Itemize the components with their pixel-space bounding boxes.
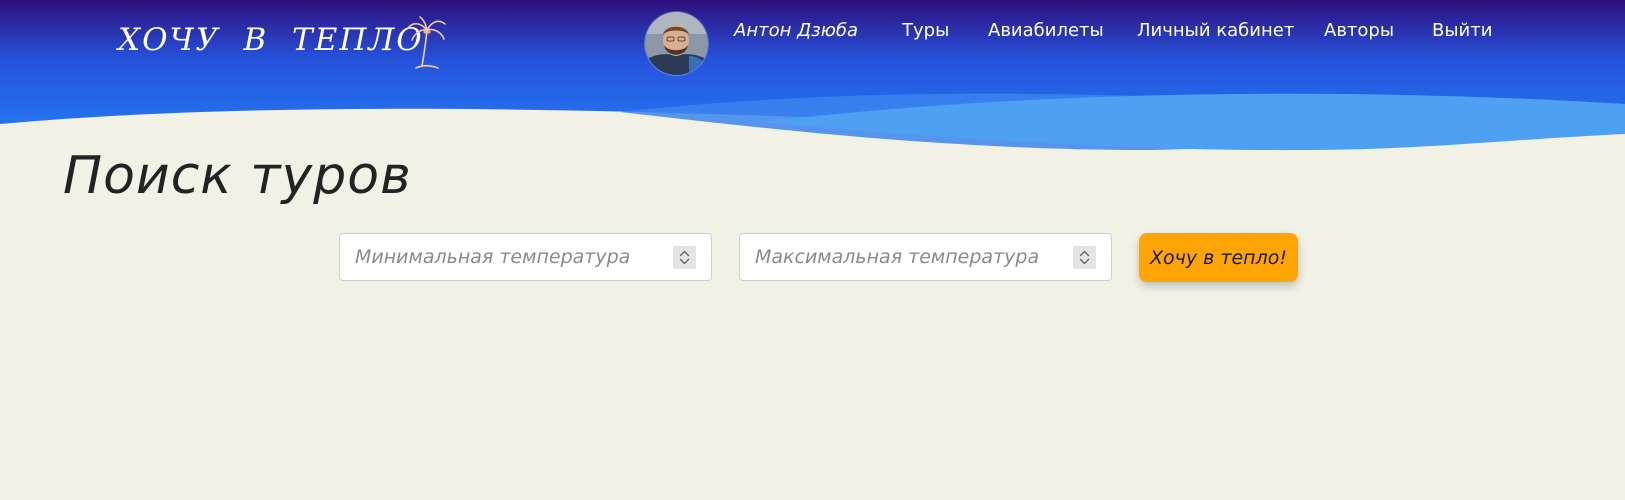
stepper-arrows-icon [1079, 250, 1090, 265]
max-temperature-input[interactable] [740, 234, 1111, 280]
min-temperature-stepper[interactable] [673, 246, 696, 269]
nav-item-account[interactable]: Личный кабинет [1137, 20, 1294, 41]
max-temperature-field [739, 233, 1112, 281]
min-temperature-field [339, 233, 712, 281]
user-avatar[interactable] [645, 12, 708, 75]
avatar-portrait-icon [645, 12, 708, 75]
nav-item-logout[interactable]: Выйти [1432, 20, 1492, 41]
stepper-arrows-icon [679, 250, 690, 265]
logo-text[interactable]: ХОЧУ В ТЕПЛО [118, 22, 424, 58]
search-tours-button[interactable]: Хочу в тепло! [1139, 233, 1298, 282]
page-title: Поиск туров [63, 146, 412, 206]
header: ХОЧУ В ТЕПЛО Антон Дзюба Туры Авиабилеты… [0, 0, 1625, 160]
nav-item-tours[interactable]: Туры [902, 20, 949, 41]
max-temperature-stepper[interactable] [1073, 246, 1096, 269]
nav-user-name[interactable]: Антон Дзюба [734, 20, 858, 41]
palm-tree-icon [407, 16, 446, 69]
nav-item-authors[interactable]: Авторы [1324, 20, 1394, 41]
nav-item-flights[interactable]: Авиабилеты [988, 20, 1104, 41]
min-temperature-input[interactable] [340, 234, 711, 280]
